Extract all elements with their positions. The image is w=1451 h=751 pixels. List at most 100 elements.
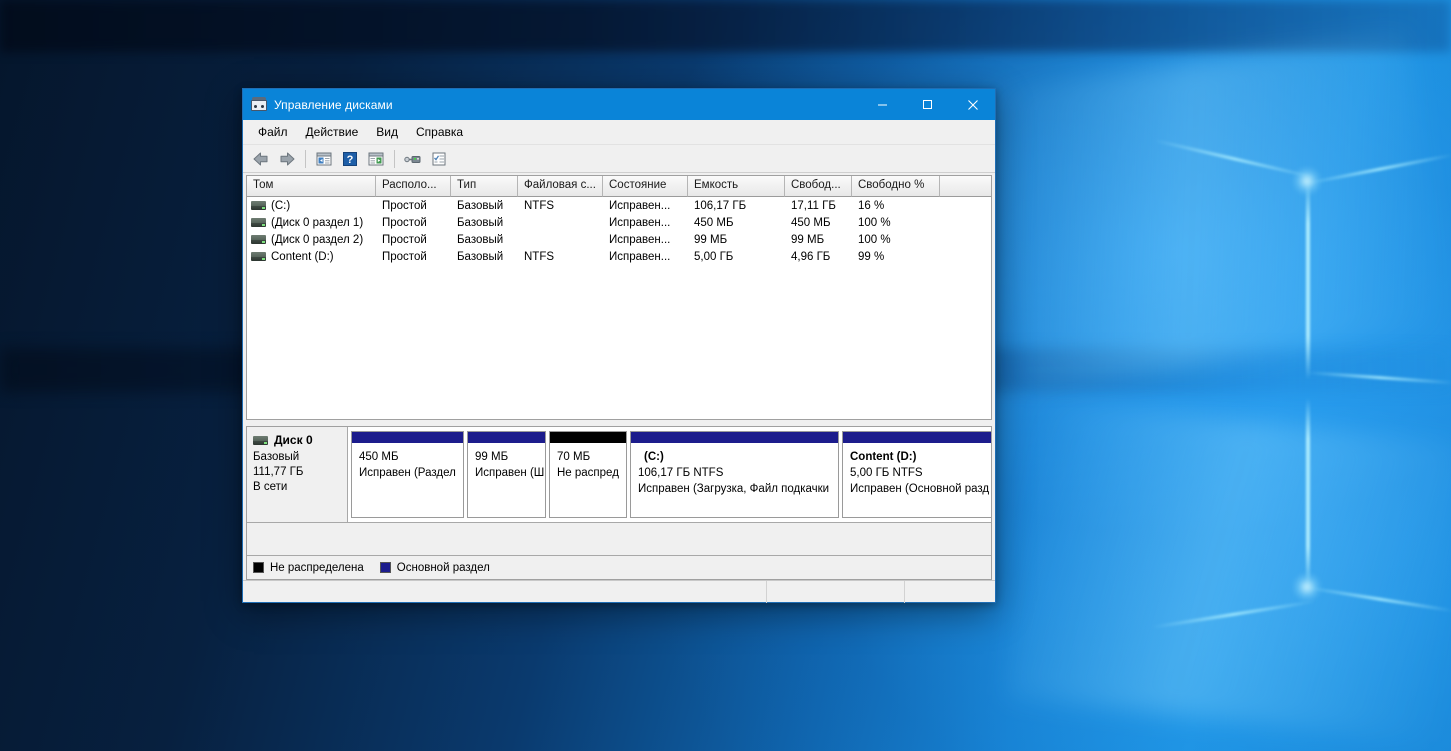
column-header-layout[interactable]: Располо... [376,176,451,197]
cell-volume: (Диск 0 раздел 2) [247,234,376,246]
cell-layout: Простой [382,199,427,212]
menu-item-file[interactable]: Файл [249,122,297,142]
cell-type: Базовый [457,233,504,246]
disk-graphical-view: Диск 0 Базовый 111,77 ГБ В сети 450 МБ И… [246,426,992,580]
help-icon[interactable]: ? [338,148,362,170]
partition-0[interactable]: 450 МБ Исправен (Раздел [351,431,464,518]
cell-free-percent: 16 % [858,199,885,212]
legend-label-unallocated: Не распределена [270,561,364,574]
menu-bar: Файл Действие Вид Справка [243,120,995,145]
partition-4-color-bar [843,432,991,443]
svg-text:?: ? [347,154,354,166]
cell-layout: Простой [382,216,427,229]
status-pane-1 [243,580,767,603]
column-header-free-percent[interactable]: Свободно % [852,176,940,197]
column-header-capacity[interactable]: Емкость [688,176,785,197]
partition-4-name: Content (D:) [850,451,917,463]
wallpaper-beam-vertical-upper [1306,180,1310,380]
toolbar-separator-2 [394,149,395,168]
toolbar-separator-1 [305,149,306,168]
partition-1[interactable]: 99 МБ Исправен (Ш [467,431,546,518]
cell-volume: Content (D:) [247,251,376,263]
partition-4-d-drive[interactable]: Content (D:) 5,00 ГБ NTFS Исправен (Осно… [842,431,991,518]
cell-free: 17,11 ГБ [791,199,836,212]
wallpaper-sheen-upper [981,31,1449,389]
maximize-button[interactable] [905,89,950,120]
table-row[interactable]: Content (D:) Простой Базовый NTFS Исправ… [247,248,991,265]
cell-free: 4,96 ГБ [791,250,831,263]
disk-icon [253,435,268,445]
cell-type: Базовый [457,199,504,212]
close-button[interactable] [950,89,995,120]
column-header-volume[interactable]: Том [247,176,376,197]
partition-3-body: (C:) 106,17 ГБ NTFS Исправен (Загрузка, … [631,443,838,517]
partition-3-name: (C:) [644,451,664,463]
wallpaper-sheen-lower [1005,398,1451,742]
menu-item-help[interactable]: Справка [407,122,472,142]
column-header-free[interactable]: Свобод... [785,176,852,197]
cell-free-percent: 99 % [858,250,885,263]
menu-item-action[interactable]: Действие [297,122,368,142]
cell-volume: (Диск 0 раздел 1) [247,217,376,229]
cell-volume-label: (Диск 0 раздел 2) [271,233,364,246]
properties-icon[interactable] [427,148,451,170]
cell-free: 450 МБ [791,216,831,229]
partition-3-color-bar [631,432,838,443]
disk-size: 111,77 ГБ [253,466,304,478]
cell-status: Исправен... [609,216,671,229]
minimize-button[interactable] [860,89,905,120]
cell-free-percent: 100 % [858,233,891,246]
partition-4-body: Content (D:) 5,00 ГБ NTFS Исправен (Осно… [843,443,991,517]
column-header-filesystem[interactable]: Файловая с... [518,176,603,197]
table-row[interactable]: (Диск 0 раздел 1) Простой Базовый Исправ… [247,214,991,231]
cell-volume-label: (Диск 0 раздел 1) [271,216,364,229]
window-title: Управление дисками [274,97,393,112]
legend-swatch-unallocated [253,562,264,573]
partition-2-status: Не распред [557,467,619,479]
cell-capacity: 5,00 ГБ [694,250,734,263]
disk-info-panel[interactable]: Диск 0 Базовый 111,77 ГБ В сети [247,427,348,523]
partition-0-size: 450 МБ [359,451,399,463]
forward-icon[interactable] [275,148,299,170]
column-header-status[interactable]: Состояние [603,176,688,197]
show-action-pane-icon[interactable] [364,148,388,170]
window-controls [860,89,995,120]
volume-list: Том Располо... Тип Файловая с... Состоян… [246,175,992,420]
cell-free-percent: 100 % [858,216,891,229]
cell-layout: Простой [382,233,427,246]
cell-status: Исправен... [609,233,671,246]
window-titlebar[interactable]: Управление дисками [243,89,995,120]
partition-4-status: Исправен (Основной разд [850,483,990,495]
legend-swatch-primary-partition [379,562,391,573]
partition-2-body: 70 МБ Не распред [550,443,626,517]
column-header-type[interactable]: Тип [451,176,518,197]
disk-status: В сети [253,481,288,493]
cell-layout: Простой [382,250,427,263]
disk-title: Диск 0 [253,433,347,447]
partition-0-status: Исправен (Раздел [359,467,456,479]
show-console-tree-icon[interactable] [312,148,336,170]
partition-1-status: Исправен (Ш [475,467,545,479]
rescan-disks-icon[interactable] [401,148,425,170]
status-pane-3 [905,581,995,603]
partition-1-color-bar [468,432,545,443]
cell-type: Базовый [457,250,504,263]
partition-2-color-bar [550,432,626,443]
table-row[interactable]: (C:) Простой Базовый NTFS Исправен... 10… [247,197,991,214]
table-row[interactable]: (Диск 0 раздел 2) Простой Базовый Исправ… [247,231,991,248]
partition-2-unallocated[interactable]: 70 МБ Не распред [549,431,627,518]
cell-capacity: 99 МБ [694,233,728,246]
partition-2-size: 70 МБ [557,451,591,463]
cell-filesystem: NTFS [524,250,555,263]
volume-list-body: (C:) Простой Базовый NTFS Исправен... 10… [247,197,991,419]
cell-capacity: 106,17 ГБ [694,199,747,212]
status-pane-2 [767,580,905,603]
partition-4-size: 5,00 ГБ NTFS [850,467,923,479]
legend: Не распределена Основной раздел [247,555,991,579]
back-icon[interactable] [249,148,273,170]
cell-volume-label: (C:) [271,199,291,212]
menu-item-view[interactable]: Вид [367,122,407,142]
partition-3-c-drive[interactable]: (C:) 106,17 ГБ NTFS Исправен (Загрузка, … [630,431,839,518]
cell-type: Базовый [457,216,504,229]
wallpaper-glow-lower [1292,572,1322,602]
